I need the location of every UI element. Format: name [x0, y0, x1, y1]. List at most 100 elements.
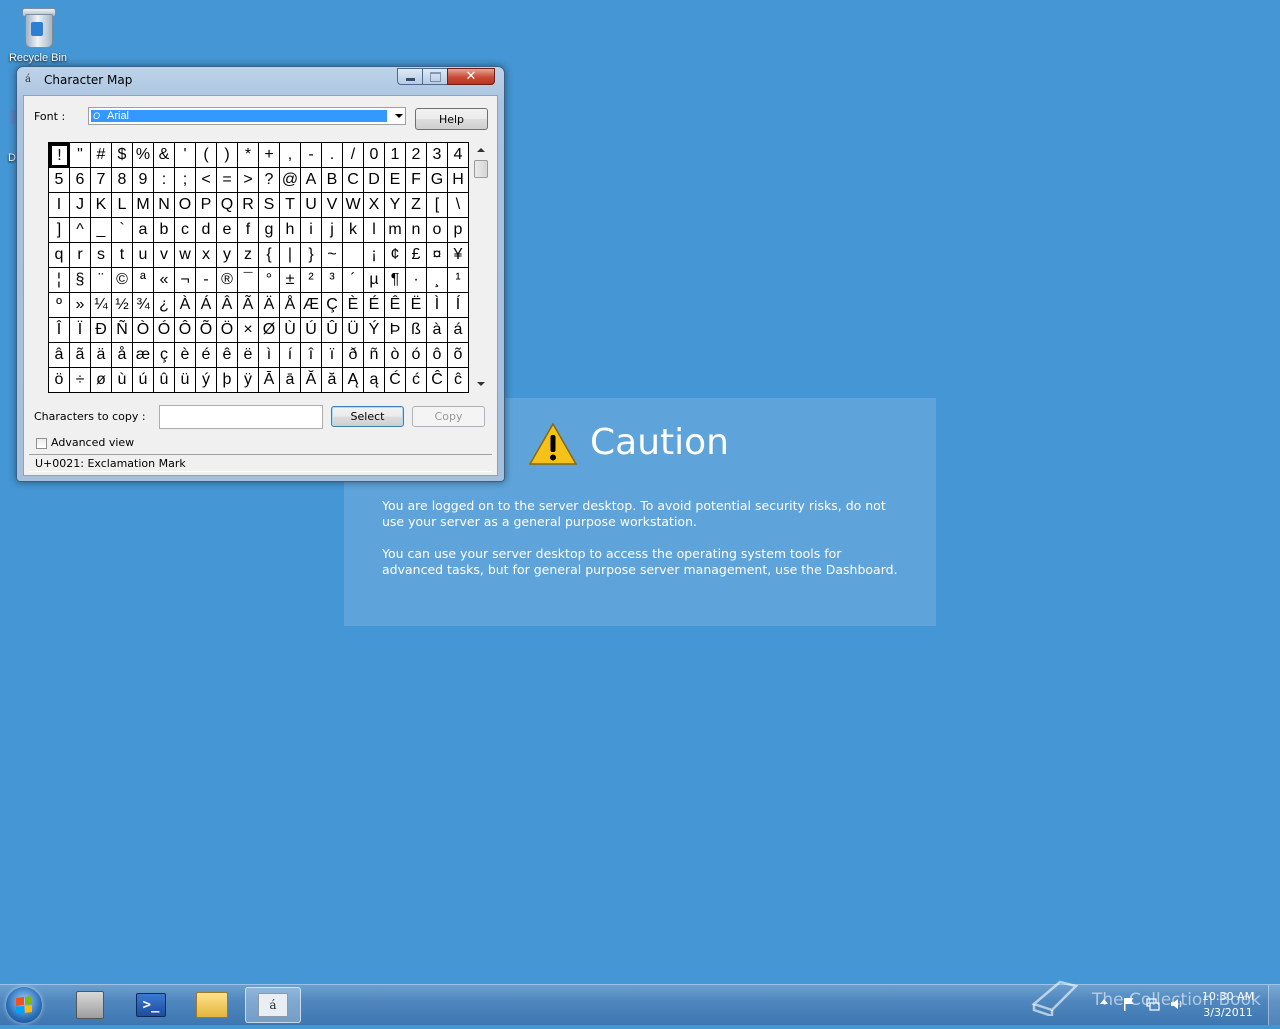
character-cell[interactable]: I	[49, 193, 70, 218]
character-cell[interactable]: ¤	[427, 243, 448, 268]
character-cell[interactable]: Ā	[259, 368, 280, 393]
character-cell[interactable]: ï	[322, 343, 343, 368]
character-cell[interactable]: L	[112, 193, 133, 218]
scroll-up-icon[interactable]	[477, 148, 485, 152]
character-cell[interactable]: 9	[133, 168, 154, 193]
character-cell[interactable]: Z	[406, 193, 427, 218]
character-cell[interactable]: ì	[259, 343, 280, 368]
character-cell[interactable]: 2	[406, 143, 427, 168]
character-cell[interactable]: S	[259, 193, 280, 218]
character-cell[interactable]: :	[154, 168, 175, 193]
character-cell[interactable]: m	[385, 218, 406, 243]
character-cell[interactable]: D	[364, 168, 385, 193]
character-cell[interactable]: Æ	[301, 293, 322, 318]
character-cell[interactable]: Ø	[259, 318, 280, 343]
character-cell[interactable]: ă	[322, 368, 343, 393]
character-cell[interactable]: Ă	[301, 368, 322, 393]
character-cell[interactable]: K	[91, 193, 112, 218]
chevron-down-icon[interactable]	[395, 114, 403, 118]
font-dropdown[interactable]: O Arial	[88, 107, 406, 125]
character-cell[interactable]: Á	[196, 293, 217, 318]
character-cell[interactable]: ¨	[91, 268, 112, 293]
character-grid-scrollbar[interactable]	[473, 142, 489, 392]
character-cell[interactable]: À	[175, 293, 196, 318]
character-cell[interactable]: c	[175, 218, 196, 243]
show-desktop-button[interactable]	[1268, 985, 1280, 1025]
character-cell[interactable]: ´	[343, 268, 364, 293]
character-cell[interactable]: *	[238, 143, 259, 168]
character-cell[interactable]: á	[448, 318, 469, 343]
character-cell[interactable]: >	[238, 168, 259, 193]
character-cell[interactable]: È	[343, 293, 364, 318]
advanced-view-checkbox[interactable]	[36, 438, 47, 449]
character-cell[interactable]: õ	[448, 343, 469, 368]
character-cell[interactable]: p	[448, 218, 469, 243]
character-cell[interactable]: µ	[364, 268, 385, 293]
character-cell[interactable]: ³	[322, 268, 343, 293]
character-cell[interactable]: ¥	[448, 243, 469, 268]
character-cell[interactable]: Ë	[406, 293, 427, 318]
character-cell[interactable]: ü	[175, 368, 196, 393]
taskbar-character-map[interactable]: á	[245, 987, 301, 1023]
character-cell[interactable]: Þ	[385, 318, 406, 343]
character-cell[interactable]: ą	[364, 368, 385, 393]
character-cell[interactable]: |	[280, 243, 301, 268]
character-cell-selected[interactable]: !	[49, 143, 70, 168]
character-cell[interactable]: ÷	[70, 368, 91, 393]
character-cell[interactable]: «	[154, 268, 175, 293]
character-cell[interactable]: 7	[91, 168, 112, 193]
character-cell[interactable]: (	[196, 143, 217, 168]
character-cell[interactable]: &	[154, 143, 175, 168]
start-button[interactable]	[6, 987, 42, 1023]
character-cell[interactable]: O	[175, 193, 196, 218]
character-cell[interactable]: i	[301, 218, 322, 243]
character-cell[interactable]: _	[91, 218, 112, 243]
character-cell[interactable]: \	[448, 193, 469, 218]
character-cell[interactable]: ©	[112, 268, 133, 293]
character-cell[interactable]: ¿	[154, 293, 175, 318]
character-cell[interactable]: ¬	[175, 268, 196, 293]
character-cell[interactable]: ä	[91, 343, 112, 368]
title-bar[interactable]: á Character Map ✕	[17, 67, 504, 93]
character-cell[interactable]: u	[133, 243, 154, 268]
character-cell[interactable]: Î	[49, 318, 70, 343]
character-cell[interactable]: w	[175, 243, 196, 268]
character-cell[interactable]: Ą	[343, 368, 364, 393]
character-cell[interactable]: ®	[217, 268, 238, 293]
character-cell[interactable]: J	[70, 193, 91, 218]
select-button[interactable]: Select	[331, 406, 404, 427]
character-cell[interactable]: ć	[406, 368, 427, 393]
character-cell[interactable]: -	[196, 268, 217, 293]
scroll-down-icon[interactable]	[477, 382, 485, 386]
character-cell[interactable]: ¾	[133, 293, 154, 318]
character-cell[interactable]: }	[301, 243, 322, 268]
character-cell[interactable]: ø	[91, 368, 112, 393]
character-cell[interactable]: §	[70, 268, 91, 293]
character-cell[interactable]: ĉ	[448, 368, 469, 393]
character-cell[interactable]: ß	[406, 318, 427, 343]
character-cell[interactable]: t	[112, 243, 133, 268]
character-cell[interactable]: 5	[49, 168, 70, 193]
character-cell[interactable]: -	[301, 143, 322, 168]
character-cell[interactable]: <	[196, 168, 217, 193]
character-cell[interactable]: +	[259, 143, 280, 168]
character-cell[interactable]: ú	[133, 368, 154, 393]
character-cell[interactable]: Ç	[322, 293, 343, 318]
character-cell[interactable]: ã	[70, 343, 91, 368]
character-cell[interactable]: ¯	[238, 268, 259, 293]
character-cell[interactable]: à	[427, 318, 448, 343]
character-cell[interactable]: ^	[70, 218, 91, 243]
character-cell[interactable]: ]	[49, 218, 70, 243]
character-cell[interactable]: N	[154, 193, 175, 218]
character-cell[interactable]: B	[322, 168, 343, 193]
character-cell[interactable]: ö	[49, 368, 70, 393]
character-cell[interactable]: T	[280, 193, 301, 218]
character-cell[interactable]: æ	[133, 343, 154, 368]
character-cell[interactable]: 1	[385, 143, 406, 168]
desktop-shortcut-label[interactable]: D	[8, 152, 16, 164]
character-cell[interactable]: Ï	[70, 318, 91, 343]
close-button[interactable]: ✕	[447, 68, 495, 85]
character-cell[interactable]: °	[259, 268, 280, 293]
character-map-window[interactable]: á Character Map ✕ Font : O Arial Help ! " #…	[16, 66, 505, 482]
character-cell[interactable]: ù	[112, 368, 133, 393]
